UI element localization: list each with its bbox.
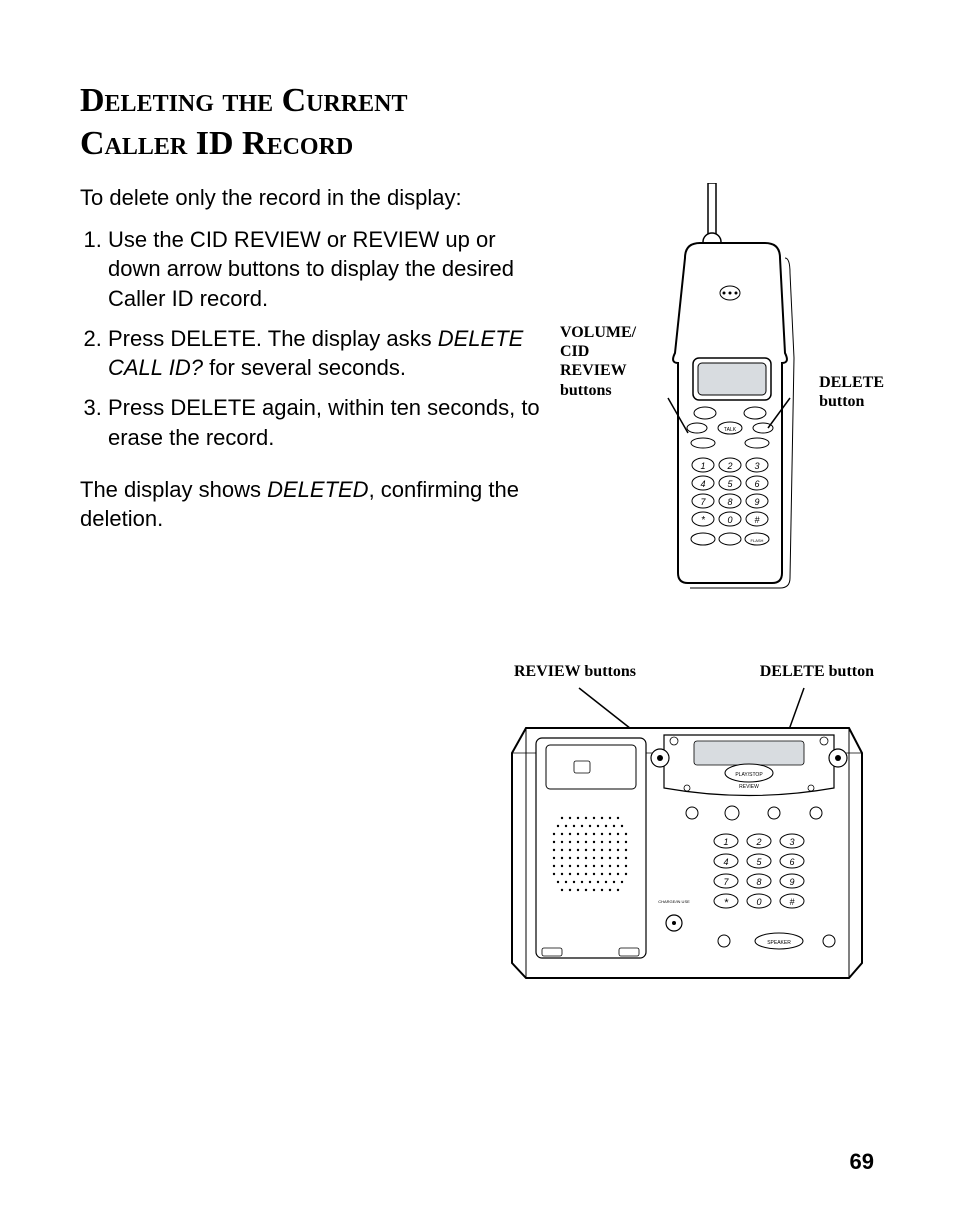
closing-prefix: The display shows <box>80 477 267 502</box>
svg-text:8: 8 <box>756 877 761 887</box>
steps-list: Use the CID REVIEW or REVIEW up or down … <box>80 225 540 453</box>
svg-text:2: 2 <box>726 461 732 471</box>
step-1: Use the CID REVIEW or REVIEW up or down … <box>108 225 540 314</box>
body-text-column: To delete only the record in the display… <box>80 183 540 603</box>
base-illustration: PLAY/STOP REVIEW 1 2 3 4 <box>504 683 874 1003</box>
svg-text:FLASH: FLASH <box>751 538 764 543</box>
base-right-label: DELETE button <box>760 663 874 681</box>
page-number: 69 <box>850 1149 874 1175</box>
svg-text:6: 6 <box>754 479 759 489</box>
closing-text: The display shows DELETED, confirming th… <box>80 475 540 534</box>
handset-diagram: VOLUME/ CID REVIEW buttons DELETE button <box>560 183 874 603</box>
heading-line1: Deleting the Current <box>80 82 408 119</box>
svg-text:6: 6 <box>789 857 794 867</box>
svg-text:4: 4 <box>723 857 728 867</box>
step-3: Press DELETE again, within ten seconds, … <box>108 393 540 452</box>
section-heading: Deleting the Current Caller ID Record <box>80 80 874 165</box>
heading-line2: Caller ID Record <box>80 125 353 162</box>
svg-text:SPEAKER: SPEAKER <box>767 940 791 946</box>
closing-italic: DELETED <box>267 477 368 502</box>
intro-text: To delete only the record in the display… <box>80 183 540 213</box>
svg-text:PLAY/STOP: PLAY/STOP <box>735 772 763 778</box>
handset-left-l2: CID <box>560 343 589 360</box>
svg-text:*: * <box>724 897 729 909</box>
svg-text:0: 0 <box>727 515 732 525</box>
svg-text:1: 1 <box>700 461 705 471</box>
svg-text:9: 9 <box>754 497 759 507</box>
svg-text:REVIEW: REVIEW <box>739 784 759 790</box>
step2-suffix: for several seconds. <box>203 355 406 380</box>
svg-text:4: 4 <box>700 479 705 489</box>
base-diagram: REVIEW buttons DELETE button <box>504 663 874 1003</box>
svg-text:2: 2 <box>755 837 761 847</box>
handset-illustration: TALK 1 2 3 4 5 <box>590 183 890 603</box>
step-2: Press DELETE. The display asks DELETE CA… <box>108 324 540 383</box>
svg-text:0: 0 <box>756 897 761 907</box>
svg-text:1: 1 <box>723 837 728 847</box>
svg-text:CHARGE/IN USE: CHARGE/IN USE <box>658 899 690 904</box>
svg-text:3: 3 <box>754 461 759 471</box>
svg-text:3: 3 <box>789 837 794 847</box>
base-left-label: REVIEW buttons <box>514 663 636 681</box>
svg-text:TALK: TALK <box>724 427 737 433</box>
step2-prefix: Press DELETE. The display asks <box>108 326 438 351</box>
svg-text:9: 9 <box>789 877 794 887</box>
svg-text:8: 8 <box>727 497 732 507</box>
